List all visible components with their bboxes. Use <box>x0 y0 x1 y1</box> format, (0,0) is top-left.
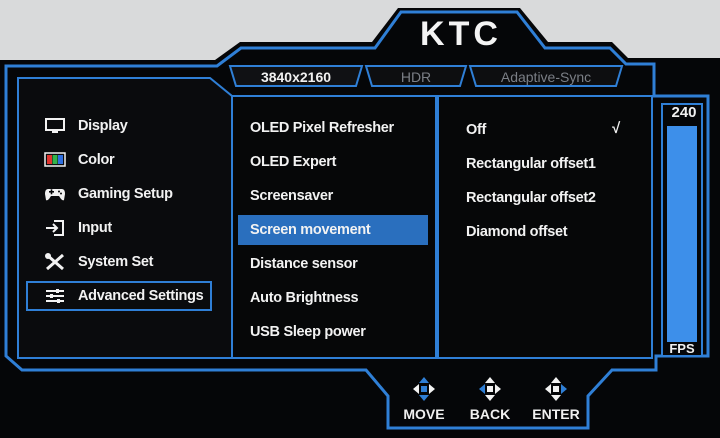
refresh-rate-unit: FPS <box>669 341 695 356</box>
option-diamond-offset[interactable]: Diamond offset <box>466 217 646 247</box>
option-rectangular-offset2[interactable]: Rectangular offset2 <box>466 183 646 213</box>
submenu-item-oled-expert[interactable]: OLED Expert <box>238 147 428 177</box>
input-arrow-icon <box>44 219 66 237</box>
menu-item-input[interactable]: Input <box>26 213 212 243</box>
sliders-icon <box>44 287 66 305</box>
menu-item-label: System Set <box>78 254 154 270</box>
menu-item-label: Advanced Settings <box>78 288 204 304</box>
submenu-item-screen-movement[interactable]: Screen movement <box>238 215 428 245</box>
menu-item-label: Display <box>78 118 128 134</box>
nav-move-label: MOVE <box>403 406 445 422</box>
checkmark-icon: √ <box>612 120 621 137</box>
tab-hdr[interactable]: HDR <box>372 66 460 88</box>
monitor-icon <box>44 117 66 135</box>
nav-back[interactable]: BACK <box>460 374 520 424</box>
submenu-item-oled-pixel-refresher[interactable]: OLED Pixel Refresher <box>238 113 428 143</box>
menu-item-gaming-setup[interactable]: Gaming Setup <box>26 179 212 209</box>
submenu-item-distance-sensor[interactable]: Distance sensor <box>238 249 428 279</box>
submenu-item-usb-sleep-power[interactable]: USB Sleep power <box>238 317 428 347</box>
option-rectangular-offset1[interactable]: Rectangular offset1 <box>466 149 646 179</box>
menu-item-advanced-settings[interactable]: Advanced Settings <box>26 281 212 311</box>
submenu-item-auto-brightness[interactable]: Auto Brightness <box>238 283 428 313</box>
nav-enter-label: ENTER <box>532 406 580 422</box>
menu-item-label: Input <box>78 220 112 236</box>
menu-item-color[interactable]: Color <box>26 145 212 175</box>
brand-logo: KTC <box>420 15 502 53</box>
nav-back-label: BACK <box>469 406 511 422</box>
gamepad-icon <box>44 185 66 203</box>
tab-adaptive-sync[interactable]: Adaptive-Sync <box>476 66 616 88</box>
tab-resolution[interactable]: 3840x2160 <box>236 66 356 88</box>
menu-item-label: Color <box>78 152 115 168</box>
nav-enter[interactable]: ENTER <box>526 374 586 424</box>
dpad-enter-icon <box>545 377 567 401</box>
color-palette-icon <box>44 151 66 169</box>
submenu-item-screensaver[interactable]: Screensaver <box>238 181 428 211</box>
wrench-screwdriver-icon <box>44 253 66 271</box>
refresh-rate-bar <box>667 126 697 342</box>
menu-item-display[interactable]: Display <box>26 111 212 141</box>
menu-item-system-set[interactable]: System Set <box>26 247 212 277</box>
menu-item-label: Gaming Setup <box>78 186 173 202</box>
dpad-back-icon <box>479 377 501 401</box>
refresh-rate-value: 240 <box>671 104 697 121</box>
nav-move[interactable]: MOVE <box>394 374 454 424</box>
dpad-move-icon <box>413 377 435 401</box>
